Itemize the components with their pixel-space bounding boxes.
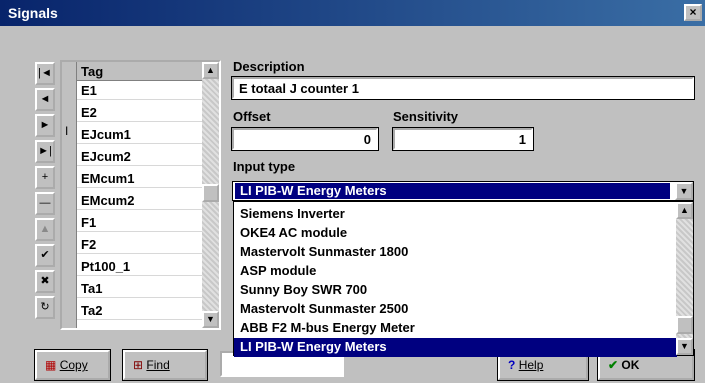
grid-header-tag[interactable]: Tag <box>77 62 202 81</box>
scroll-thumb[interactable] <box>676 316 693 334</box>
scroll-down-icon[interactable]: ▼ <box>202 311 219 328</box>
offset-label: Offset <box>233 109 271 124</box>
grid-scrollbar[interactable]: ▲ ▼ <box>202 62 219 328</box>
cancel-edit-button[interactable]: ✖ <box>35 270 55 293</box>
first-record-button[interactable]: |◄ <box>35 62 55 85</box>
table-row[interactable]: Pt100_1 <box>77 257 202 276</box>
input-type-label: Input type <box>233 159 296 174</box>
last-record-button[interactable]: ►| <box>35 140 55 163</box>
find-icon: ⊞ <box>133 358 144 372</box>
offset-field[interactable]: 0 <box>231 127 379 151</box>
scroll-up-icon[interactable]: ▲ <box>676 202 693 219</box>
delete-record-icon: — <box>39 197 51 209</box>
refresh-icon: ↻ <box>40 301 50 313</box>
refresh-button[interactable]: ↻ <box>35 296 55 319</box>
table-row[interactable]: EMcum2 <box>77 191 202 210</box>
prior-record-button[interactable]: ◄ <box>35 88 55 111</box>
list-item[interactable]: OKE4 AC module <box>234 224 677 243</box>
table-row[interactable]: EMcum1 <box>77 169 202 188</box>
description-label: Description <box>233 59 305 74</box>
find-label: Find <box>146 358 170 372</box>
prior-record-icon: ◄ <box>39 93 51 105</box>
last-record-icon: ►| <box>38 145 52 157</box>
list-item[interactable]: ABB F2 M-bus Energy Meter <box>234 319 677 338</box>
next-record-icon: ► <box>39 119 51 131</box>
table-row[interactable]: EJcum1 <box>77 125 202 144</box>
scroll-down-icon[interactable]: ▼ <box>676 338 693 355</box>
current-row-marker: I <box>65 124 69 138</box>
window-title: Signals <box>8 5 58 21</box>
scroll-up-icon[interactable]: ▲ <box>202 62 219 79</box>
row-indicator-column: I <box>62 62 77 328</box>
copy-label: Copy <box>59 358 88 372</box>
description-field[interactable]: E totaal J counter 1 <box>231 76 695 100</box>
tag-grid[interactable]: I Tag E1 E2 EJcum1 EJcum2 EMcum1 EMcum2 … <box>60 60 221 330</box>
scroll-thumb[interactable] <box>202 184 219 202</box>
sensitivity-field[interactable]: 1 <box>392 127 534 151</box>
chevron-down-icon[interactable]: ▼ <box>675 182 693 200</box>
record-navigator: |◄ ◄ ► ►| + — ▲ ✔ ✖ ↻ <box>35 62 55 322</box>
input-type-dropdown-list[interactable]: Siemens Inverter OKE4 AC module Mastervo… <box>233 201 694 357</box>
first-record-icon: |◄ <box>38 67 52 79</box>
list-item[interactable]: Mastervolt Sunmaster 2500 <box>234 300 677 319</box>
help-icon: ? <box>508 358 516 372</box>
table-row[interactable]: E1 <box>77 81 202 100</box>
cancel-edit-icon: ✖ <box>40 275 50 287</box>
input-type-selected-value: LI PIB-W Energy Meters <box>234 182 671 200</box>
table-row[interactable]: F1 <box>77 213 202 232</box>
list-item[interactable]: ASP module <box>234 262 677 281</box>
post-edit-button[interactable]: ✔ <box>35 244 55 267</box>
check-icon: ✔ <box>608 358 619 372</box>
table-row[interactable]: EJcum2 <box>77 147 202 166</box>
copy-icon: ▦ <box>45 358 57 372</box>
insert-record-button[interactable]: + <box>35 166 55 189</box>
table-row[interactable]: E2 <box>77 103 202 122</box>
find-button[interactable]: ⊞ Find <box>122 349 208 381</box>
window-title-bar: Signals × <box>0 0 705 26</box>
list-item[interactable]: Mastervolt Sunmaster 1800 <box>234 243 677 262</box>
sensitivity-label: Sensitivity <box>393 109 459 124</box>
dropdown-scrollbar[interactable]: ▲ ▼ <box>676 202 693 355</box>
table-row[interactable]: F2 <box>77 235 202 254</box>
close-button[interactable]: × <box>684 4 702 21</box>
input-type-select[interactable]: LI PIB-W Energy Meters ▼ <box>232 181 694 201</box>
edit-record-icon: ▲ <box>39 223 51 235</box>
delete-record-button[interactable]: — <box>35 192 55 215</box>
list-item[interactable]: Sunny Boy SWR 700 <box>234 281 677 300</box>
table-row[interactable]: Ta2 <box>77 301 202 320</box>
ok-label: OK <box>621 358 640 372</box>
list-item-selected[interactable]: LI PIB-W Energy Meters <box>234 338 677 357</box>
help-label: Help <box>518 358 544 372</box>
edit-record-button[interactable]: ▲ <box>35 218 55 241</box>
table-row[interactable]: Ta1 <box>77 279 202 298</box>
next-record-button[interactable]: ► <box>35 114 55 137</box>
copy-button[interactable]: ▦ Copy <box>34 349 111 381</box>
list-item[interactable]: Siemens Inverter <box>234 205 677 224</box>
post-edit-icon: ✔ <box>40 249 50 261</box>
insert-record-icon: + <box>41 171 49 183</box>
